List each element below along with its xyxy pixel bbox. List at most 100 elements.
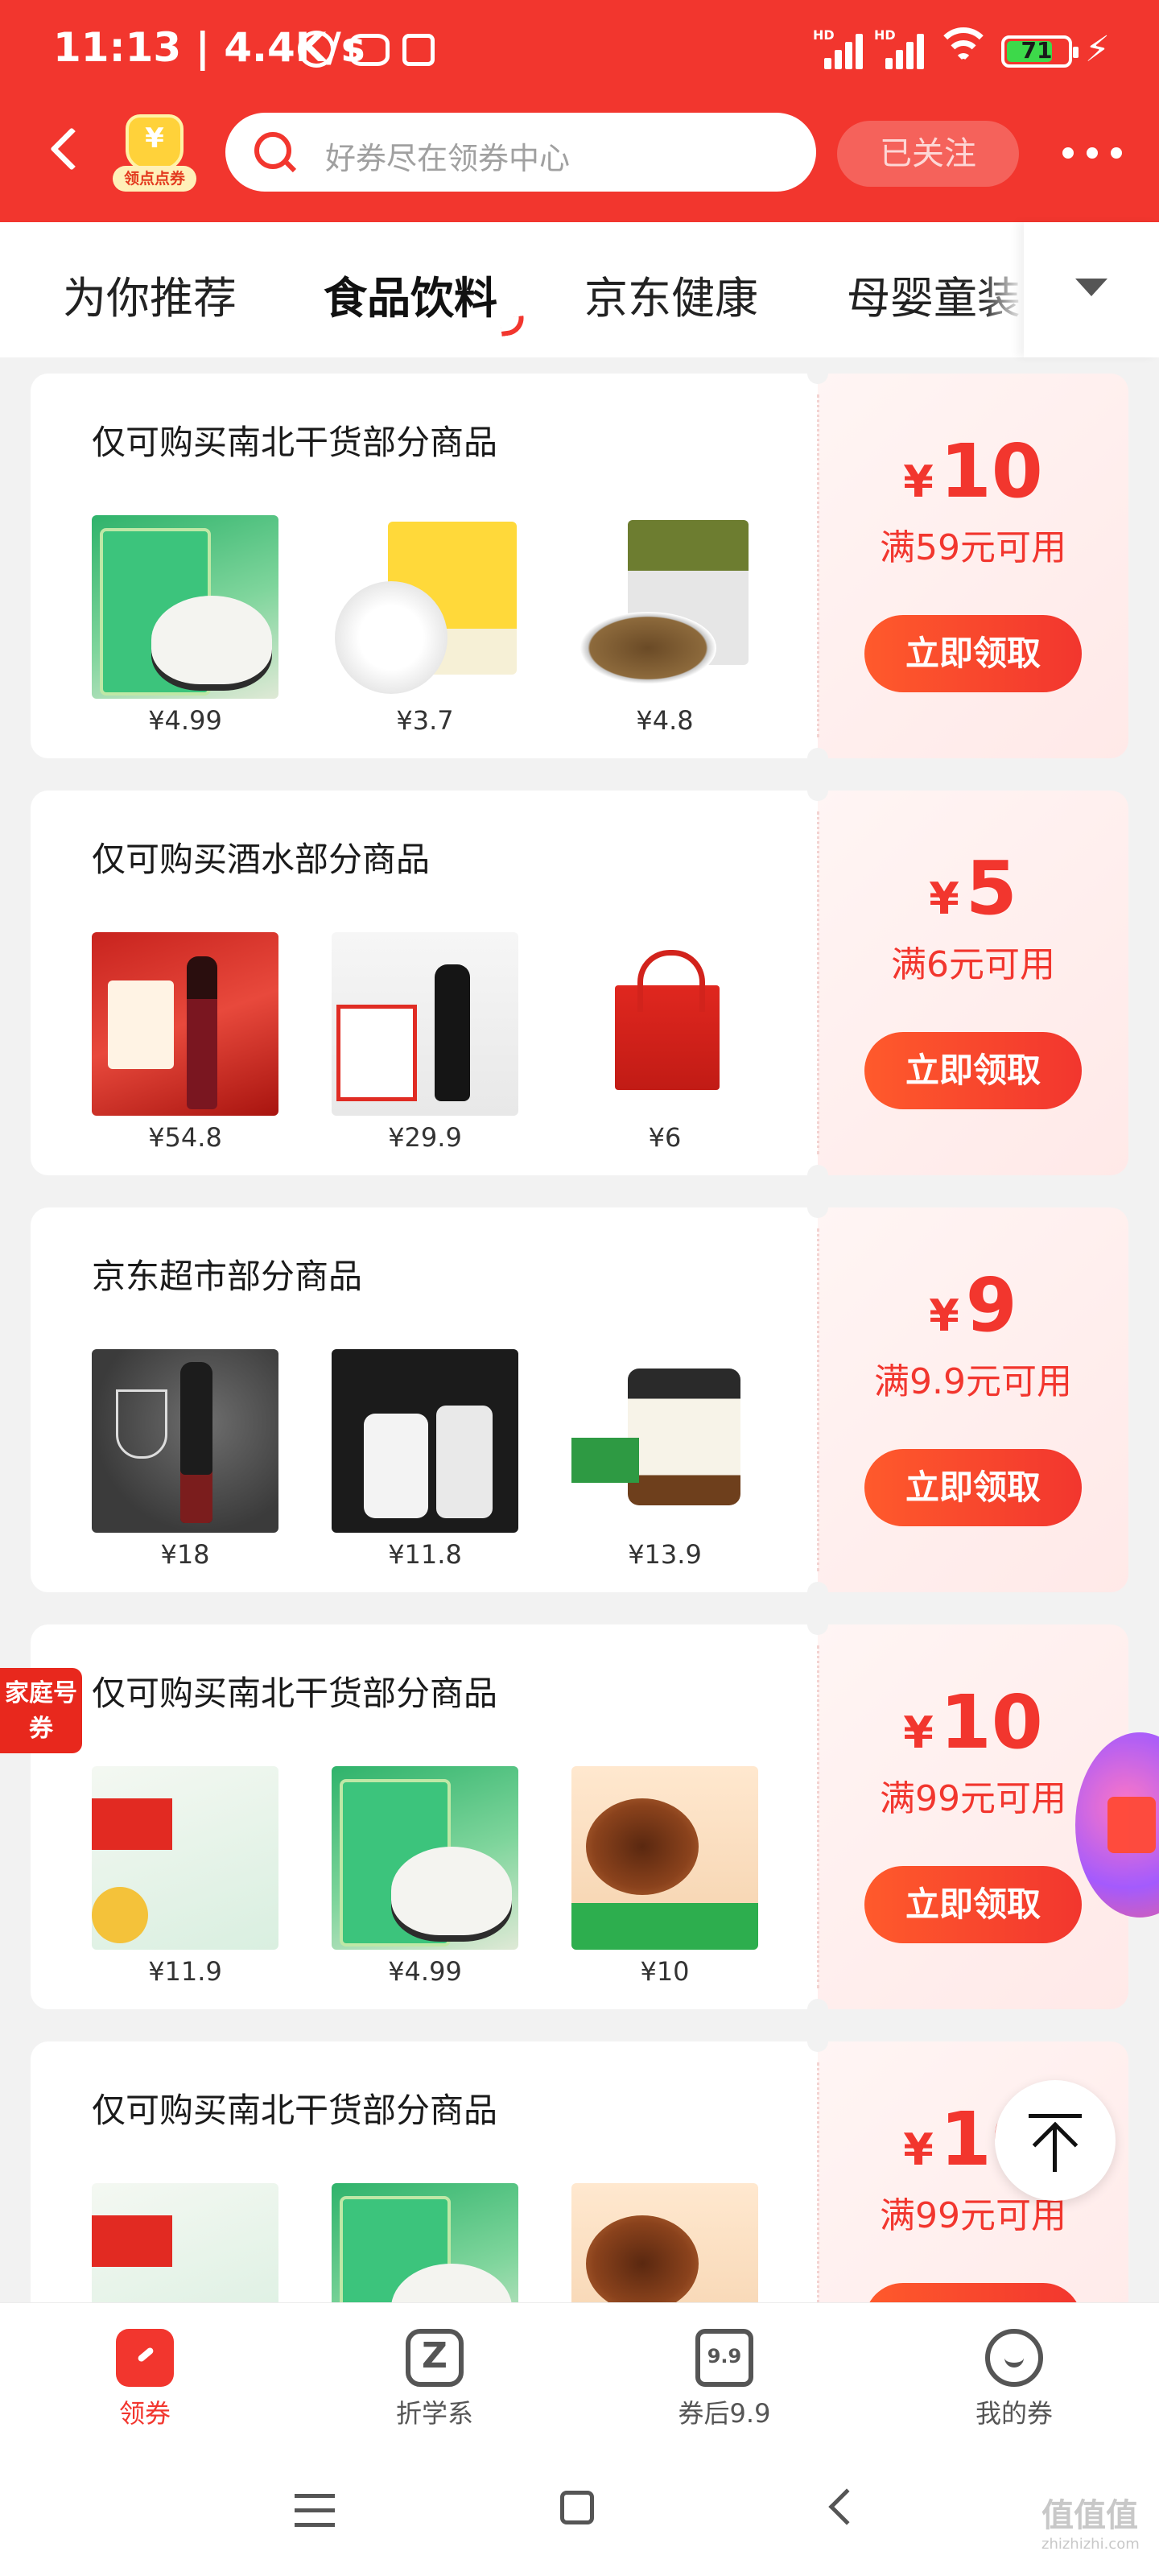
claim-button[interactable]: 立即领取 <box>864 1032 1082 1109</box>
product-image <box>332 2183 518 2302</box>
coupon-condition: 满6元可用 <box>891 944 1055 985</box>
product-item[interactable]: ¥3.7 <box>332 515 518 736</box>
product-price: ¥29.9 <box>388 1122 462 1153</box>
search-input[interactable]: 好券尽在领券中心 <box>225 113 816 192</box>
back-nav-icon[interactable] <box>828 2488 865 2525</box>
family-coupon-tag[interactable]: 家庭号券 <box>0 1668 82 1753</box>
coupon-condition: 满9.9元可用 <box>874 1361 1072 1402</box>
product-image <box>571 932 758 1116</box>
home-icon[interactable] <box>560 2491 594 2524</box>
product-item[interactable]: ¥4.99 <box>92 515 278 736</box>
nav-coupons[interactable]: 领券 <box>64 2329 225 2430</box>
arrow-up-icon <box>1029 2114 1082 2118</box>
product-image <box>92 1766 278 1950</box>
product-item[interactable]: ¥29.9 <box>332 932 518 1153</box>
nav-discount-school[interactable]: Z 折学系 <box>354 2329 515 2430</box>
product-image <box>92 1349 278 1533</box>
coupon-amount: ¥9 <box>929 1262 1017 1348</box>
product-item[interactable]: ¥6 <box>571 932 758 1153</box>
product-price: ¥3.7 <box>396 705 454 736</box>
bottom-tab-bar: 领券 Z 折学系 9.9 券后9.9 我的券 <box>0 2302 1159 2447</box>
tab-recommend[interactable]: 为你推荐 <box>63 262 237 326</box>
product-item[interactable]: ¥18 <box>92 1349 278 1570</box>
claim-button[interactable]: 立即领取 <box>864 2283 1082 2302</box>
product-image <box>571 515 758 699</box>
coupon-amount: ¥10 <box>903 1679 1043 1765</box>
nav-label: 券后9.9 <box>678 2398 771 2429</box>
battery-level: 71 <box>1021 37 1053 64</box>
nav-label: 折学系 <box>395 2398 473 2429</box>
product-image <box>92 932 278 1116</box>
product-item[interactable]: ¥4.99 <box>332 1766 518 1987</box>
product-price: ¥18 <box>160 1539 210 1570</box>
search-placeholder: 好券尽在领券中心 <box>325 141 571 176</box>
product-item[interactable]: ¥4.8 <box>571 515 758 736</box>
coupon-card: 仅可购买南北干货部分商品 ¥4.99 ¥3.7 ¥4.8 ¥10 满59元可用 … <box>31 363 1128 769</box>
alarm-icon <box>298 31 335 68</box>
product-price: ¥4.99 <box>388 1956 462 1987</box>
product-price: ¥4.8 <box>636 705 694 736</box>
expand-tabs-button[interactable] <box>1024 222 1159 357</box>
more-dots-icon[interactable] <box>1062 147 1122 159</box>
product-price: ¥10 <box>640 1956 690 1987</box>
product-image <box>571 2183 758 2302</box>
category-tabs: 为你推荐 食品饮料 京东健康 母婴童装 <box>0 222 1159 357</box>
claim-button[interactable]: 立即领取 <box>864 615 1082 692</box>
product-image <box>332 515 518 699</box>
wechat-icon <box>349 34 390 66</box>
back-icon[interactable] <box>50 127 93 171</box>
coupon-title: 仅可购买南北干货部分商品 <box>92 423 498 462</box>
product-item[interactable]: ¥54.8 <box>92 932 278 1153</box>
product-item[interactable] <box>571 2183 758 2302</box>
nav-after-coupon-99[interactable]: 9.9 券后9.9 <box>644 2329 805 2430</box>
product-item[interactable]: ¥13.9 <box>571 1349 758 1570</box>
app-icon <box>402 34 435 66</box>
coupon-amount: ¥5 <box>929 845 1017 931</box>
watermark: 值值值 zhizhizhi.com <box>1041 2497 1140 2553</box>
tab-jd-health[interactable]: 京东健康 <box>584 262 758 326</box>
price-tag-icon: 9.9 <box>695 2329 753 2387</box>
product-price: ¥11.8 <box>388 1539 462 1570</box>
header: 11:13 | 4.4K/s HD HD 71 ⚡ ¥ 领点点券 好券尽在领券中… <box>0 0 1159 222</box>
menu-icon[interactable] <box>295 2494 335 2528</box>
back-to-top-button[interactable] <box>995 2080 1116 2201</box>
system-navigation-bar <box>0 2447 1159 2576</box>
nav-label: 我的券 <box>975 2398 1053 2429</box>
smile-icon <box>985 2329 1043 2387</box>
coupon-card: 仅可购买南北干货部分商品 ¥10 满99元可用 立即领取 <box>31 2031 1128 2302</box>
product-image <box>571 1349 758 1533</box>
product-image <box>92 2183 278 2302</box>
battery-icon: 71 <box>1001 35 1079 68</box>
claim-button[interactable]: 立即领取 <box>864 1866 1082 1943</box>
product-image <box>332 1766 518 1950</box>
nav-my-coupons[interactable]: 我的券 <box>934 2329 1095 2430</box>
signal-icon: HD <box>813 27 864 69</box>
wifi-icon <box>935 27 992 71</box>
signal-icon: HD <box>874 27 926 69</box>
chevron-down-icon <box>1075 279 1107 296</box>
logo-label: 领点点券 <box>113 166 196 192</box>
coupon-card: 仅可购买酒水部分商品 ¥54.8 ¥29.9 ¥6 ¥5 满6元可用 立即领取 <box>31 780 1128 1186</box>
coupon-card: 仅可购买南北干货部分商品 ¥11.9 ¥4.99 ¥10 ¥10 满99元可用 … <box>31 1614 1128 2020</box>
product-item[interactable]: ¥10 <box>571 1766 758 1987</box>
charging-icon: ⚡ <box>1085 29 1110 70</box>
coupon-logo[interactable]: ¥ 领点点券 <box>113 114 196 195</box>
coupon-condition: 满59元可用 <box>880 527 1066 568</box>
tab-food-drink[interactable]: 食品饮料 <box>324 262 497 326</box>
claim-button[interactable]: 立即领取 <box>864 1449 1082 1526</box>
product-image <box>92 515 278 699</box>
network-type-label: HD <box>874 27 896 43</box>
product-price: ¥4.99 <box>148 705 222 736</box>
product-image <box>332 1349 518 1533</box>
product-image <box>571 1766 758 1950</box>
product-item[interactable]: ¥11.8 <box>332 1349 518 1570</box>
follow-button[interactable]: 已关注 <box>837 121 1019 187</box>
product-item[interactable]: ¥11.9 <box>92 1766 278 1987</box>
coupon-icon <box>116 2329 174 2387</box>
coupon-list[interactable]: 仅可购买南北干货部分商品 ¥4.99 ¥3.7 ¥4.8 ¥10 满59元可用 … <box>0 357 1159 2302</box>
product-item[interactable] <box>92 2183 278 2302</box>
product-price: ¥13.9 <box>628 1539 702 1570</box>
product-item[interactable] <box>332 2183 518 2302</box>
network-type-label: HD <box>813 27 835 43</box>
coupon-title: 仅可购买南北干货部分商品 <box>92 1674 498 1713</box>
